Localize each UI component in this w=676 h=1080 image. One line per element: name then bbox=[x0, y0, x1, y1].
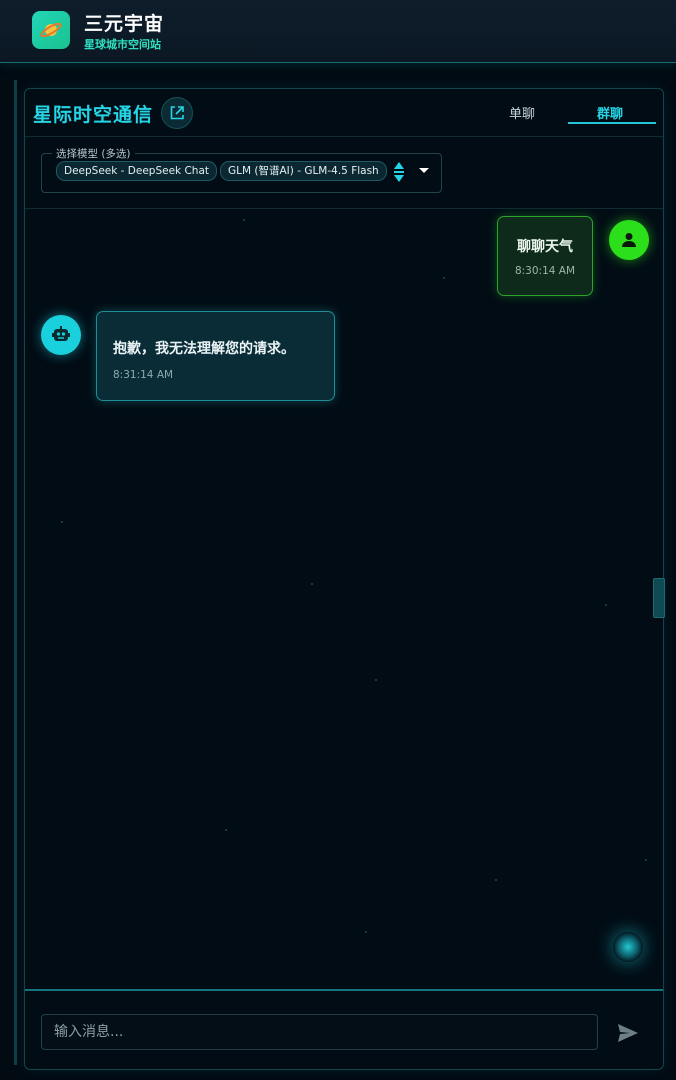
message-input[interactable] bbox=[41, 1014, 598, 1050]
panel-header: 星际时空通信 单聊 群聊 bbox=[25, 89, 663, 137]
star-dot bbox=[225, 829, 227, 831]
robot-icon bbox=[52, 326, 70, 341]
message-time: 8:30:14 AM bbox=[514, 265, 576, 277]
external-link-button[interactable] bbox=[161, 97, 193, 129]
star-dot bbox=[365, 931, 367, 933]
star-dot bbox=[443, 277, 445, 279]
active-tab-indicator bbox=[568, 122, 656, 124]
message-text: 抱歉，我无法理解您的请求。 bbox=[113, 341, 295, 357]
divider bbox=[25, 208, 663, 209]
user-avatar bbox=[609, 220, 649, 260]
star-dot bbox=[61, 521, 63, 523]
send-icon bbox=[618, 1024, 638, 1042]
star-dot bbox=[495, 879, 497, 881]
star-dot bbox=[311, 583, 313, 585]
tab-single-chat[interactable]: 单聊 bbox=[509, 103, 535, 122]
user-message-bubble: 聊聊天气 8:30:14 AM bbox=[497, 216, 593, 296]
side-rail bbox=[14, 80, 17, 1065]
star-dot bbox=[243, 219, 245, 221]
bot-message-bubble: 抱歉，我无法理解您的请求。 8:31:14 AM bbox=[96, 311, 335, 401]
user-icon bbox=[622, 233, 636, 247]
star-dot bbox=[375, 679, 377, 681]
star-dot bbox=[645, 859, 647, 861]
model-chip-glm[interactable]: GLM (智谱AI) - GLM-4.5 Flash bbox=[220, 161, 387, 181]
planet-icon[interactable] bbox=[32, 11, 70, 49]
model-chip-deepseek[interactable]: DeepSeek - DeepSeek Chat bbox=[56, 161, 218, 181]
bot-avatar bbox=[41, 315, 81, 355]
tab-group-chat[interactable]: 群聊 bbox=[597, 103, 623, 122]
model-select[interactable]: 选择模型 (多选) DeepSeek - DeepSeek Chat GLM (… bbox=[41, 146, 442, 193]
panel-title: 星际时空通信 bbox=[33, 104, 154, 126]
sort-icon[interactable] bbox=[392, 160, 406, 184]
star-dot bbox=[605, 604, 607, 606]
caret-down-icon[interactable] bbox=[419, 168, 429, 173]
external-link-icon bbox=[170, 106, 184, 120]
send-button[interactable] bbox=[615, 1021, 641, 1045]
scrollbar-handle[interactable] bbox=[653, 578, 665, 618]
app-subtitle: 星球城市空间站 bbox=[84, 38, 161, 51]
model-select-label: 选择模型 (多选) bbox=[52, 146, 135, 161]
composer-divider bbox=[25, 989, 663, 991]
message-time: 8:31:14 AM bbox=[113, 369, 174, 381]
message-text: 聊聊天气 bbox=[517, 239, 573, 255]
chat-panel: 星际时空通信 单聊 群聊 选择模型 (多选) DeepSeek - DeepSe… bbox=[24, 88, 665, 1070]
app-title: 三元宇宙 bbox=[84, 13, 165, 35]
top-bar: 三元宇宙 星球城市空间站 bbox=[0, 0, 676, 63]
glow-orb-button[interactable] bbox=[613, 932, 643, 962]
